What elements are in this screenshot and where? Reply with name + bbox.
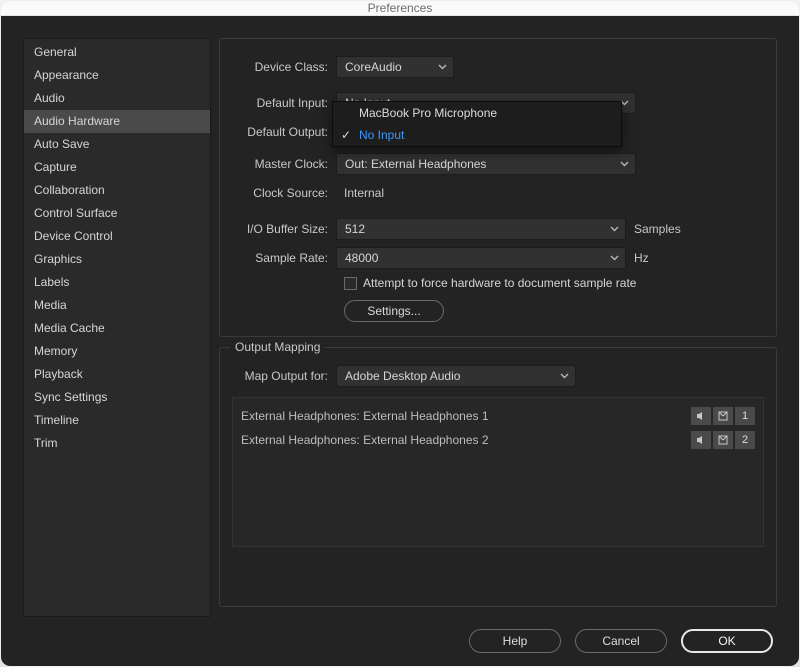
input-option-no-input[interactable]: ✓ No Input bbox=[333, 124, 621, 146]
sample-rate-unit: Hz bbox=[634, 251, 649, 265]
output-mapping-group: Output Mapping Map Output for: Adobe Des… bbox=[219, 347, 777, 607]
settings-button-label: Settings... bbox=[367, 304, 420, 318]
channel-number-button[interactable]: 2 bbox=[735, 431, 755, 449]
mapping-row: External Headphones: External Headphones… bbox=[233, 404, 763, 428]
chevron-down-icon bbox=[610, 254, 619, 263]
sidebar-item-playback[interactable]: Playback bbox=[24, 363, 210, 386]
chevron-down-icon bbox=[560, 372, 569, 381]
default-input-label: Default Input: bbox=[232, 96, 336, 110]
speaker-icon[interactable] bbox=[691, 407, 711, 425]
mapping-row: External Headphones: External Headphones… bbox=[233, 428, 763, 452]
sample-rate-value: 48000 bbox=[345, 251, 378, 265]
sidebar-item-timeline[interactable]: Timeline bbox=[24, 409, 210, 432]
ok-button-label: OK bbox=[718, 634, 735, 648]
ok-button[interactable]: OK bbox=[681, 629, 773, 653]
sidebar-item-audio[interactable]: Audio bbox=[24, 87, 210, 110]
help-button[interactable]: Help bbox=[469, 629, 561, 653]
master-clock-label: Master Clock: bbox=[232, 157, 336, 171]
mapping-row-label: External Headphones: External Headphones… bbox=[241, 433, 489, 447]
io-buffer-unit: Samples bbox=[634, 222, 681, 236]
sidebar-item-auto-save[interactable]: Auto Save bbox=[24, 133, 210, 156]
option-label: No Input bbox=[359, 128, 404, 142]
sidebar-item-sync-settings[interactable]: Sync Settings bbox=[24, 386, 210, 409]
sidebar-item-memory[interactable]: Memory bbox=[24, 340, 210, 363]
force-rate-label: Attempt to force hardware to document sa… bbox=[363, 276, 636, 290]
default-output-label: Default Output: bbox=[232, 125, 336, 139]
dialog-footer: Help Cancel OK bbox=[23, 625, 777, 657]
chevron-down-icon bbox=[620, 160, 629, 169]
io-buffer-dropdown[interactable]: 512 bbox=[336, 218, 626, 240]
sidebar-item-capture[interactable]: Capture bbox=[24, 156, 210, 179]
io-buffer-label: I/O Buffer Size: bbox=[232, 222, 336, 236]
sidebar-item-control-surface[interactable]: Control Surface bbox=[24, 202, 210, 225]
window-title: Preferences bbox=[368, 1, 433, 15]
chevron-down-icon bbox=[438, 63, 447, 72]
master-clock-dropdown[interactable]: Out: External Headphones bbox=[336, 153, 636, 175]
mapping-row-controls: 1 bbox=[691, 407, 755, 425]
default-input-popup: MacBook Pro Microphone ✓ No Input bbox=[332, 101, 622, 147]
sidebar-item-audio-hardware[interactable]: Audio Hardware bbox=[24, 110, 210, 133]
sidebar-item-collaboration[interactable]: Collaboration bbox=[24, 179, 210, 202]
device-class-label: Device Class: bbox=[232, 60, 336, 74]
sidebar-item-appearance[interactable]: Appearance bbox=[24, 64, 210, 87]
settings-button[interactable]: Settings... bbox=[344, 300, 444, 322]
route-icon[interactable] bbox=[713, 431, 733, 449]
cancel-button[interactable]: Cancel bbox=[575, 629, 667, 653]
map-output-label: Map Output for: bbox=[232, 369, 336, 383]
force-rate-checkbox[interactable] bbox=[344, 277, 357, 290]
map-output-dropdown[interactable]: Adobe Desktop Audio bbox=[336, 365, 576, 387]
sample-rate-dropdown[interactable]: 48000 bbox=[336, 247, 626, 269]
route-icon[interactable] bbox=[713, 407, 733, 425]
sidebar-item-device-control[interactable]: Device Control bbox=[24, 225, 210, 248]
chevron-down-icon bbox=[610, 225, 619, 234]
output-mapping-title: Output Mapping bbox=[230, 340, 325, 354]
sidebar-item-graphics[interactable]: Graphics bbox=[24, 248, 210, 271]
mapping-list: External Headphones: External Headphones… bbox=[232, 397, 764, 547]
sidebar-item-general[interactable]: General bbox=[24, 41, 210, 64]
content-pane: Device Class: CoreAudio Default Input: N… bbox=[219, 38, 777, 617]
cancel-button-label: Cancel bbox=[602, 634, 639, 648]
io-buffer-value: 512 bbox=[345, 222, 365, 236]
speaker-icon[interactable] bbox=[691, 431, 711, 449]
channel-number-button[interactable]: 1 bbox=[735, 407, 755, 425]
map-output-value: Adobe Desktop Audio bbox=[345, 369, 460, 383]
device-group: Device Class: CoreAudio Default Input: N… bbox=[219, 38, 777, 337]
mapping-row-label: External Headphones: External Headphones… bbox=[241, 409, 489, 423]
sidebar: GeneralAppearanceAudioAudio HardwareAuto… bbox=[23, 38, 211, 617]
device-class-dropdown[interactable]: CoreAudio bbox=[336, 56, 454, 78]
sidebar-item-trim[interactable]: Trim bbox=[24, 432, 210, 455]
clock-source-label: Clock Source: bbox=[232, 186, 336, 200]
help-button-label: Help bbox=[503, 634, 528, 648]
sidebar-item-media-cache[interactable]: Media Cache bbox=[24, 317, 210, 340]
sidebar-item-media[interactable]: Media bbox=[24, 294, 210, 317]
device-class-value: CoreAudio bbox=[345, 60, 402, 74]
input-option-macbook-pro-microphone[interactable]: MacBook Pro Microphone bbox=[333, 102, 621, 124]
option-label: MacBook Pro Microphone bbox=[359, 106, 497, 120]
check-icon: ✓ bbox=[341, 128, 351, 142]
clock-source-value: Internal bbox=[336, 186, 384, 200]
main-area: GeneralAppearanceAudioAudio HardwareAuto… bbox=[23, 38, 777, 617]
dialog-body: GeneralAppearanceAudioAudio HardwareAuto… bbox=[1, 16, 799, 667]
sidebar-item-labels[interactable]: Labels bbox=[24, 271, 210, 294]
sample-rate-label: Sample Rate: bbox=[232, 251, 336, 265]
titlebar: Preferences bbox=[1, 1, 799, 16]
master-clock-value: Out: External Headphones bbox=[345, 157, 486, 171]
preferences-window: Preferences GeneralAppearanceAudioAudio … bbox=[0, 0, 800, 667]
mapping-row-controls: 2 bbox=[691, 431, 755, 449]
